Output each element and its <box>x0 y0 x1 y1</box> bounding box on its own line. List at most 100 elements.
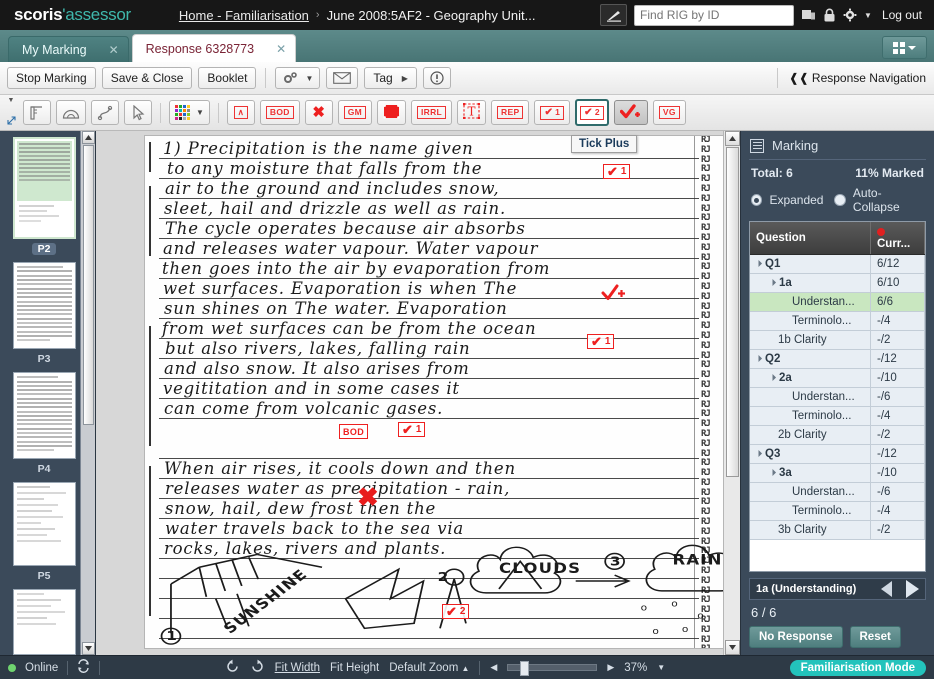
table-row[interactable]: 2b Clarity -/2 <box>750 425 925 445</box>
page-thumbnail[interactable] <box>12 372 76 460</box>
stop-marking-button[interactable]: Stop Marking <box>7 67 96 89</box>
rep-stamp-button[interactable]: REP <box>491 100 530 125</box>
tag-button[interactable]: Tag ▶ <box>364 67 417 89</box>
logout-link[interactable]: Log out <box>879 8 922 22</box>
cross-annotation[interactable]: ✖ <box>357 484 379 510</box>
table-row[interactable]: Understan... -/6 <box>750 387 925 407</box>
expander-icon[interactable] <box>768 278 777 287</box>
table-row[interactable]: 3b Clarity -/2 <box>750 520 925 540</box>
rotate-left-icon[interactable] <box>225 659 240 677</box>
tab-response[interactable]: Response 6328773 ✕ <box>131 34 297 62</box>
zoom-slider[interactable] <box>507 661 598 676</box>
gm-stamp-button[interactable]: GM <box>337 100 373 125</box>
next-item-button[interactable] <box>899 579 925 599</box>
protractor-icon[interactable] <box>56 100 86 125</box>
reset-button[interactable]: Reset <box>849 626 901 648</box>
chevron-down-icon[interactable]: ▼ <box>657 663 665 672</box>
page-thumbnail[interactable] <box>12 588 76 655</box>
info-button[interactable] <box>422 67 451 89</box>
booklet-button[interactable]: Booklet <box>198 67 257 89</box>
cross-stamp-button[interactable]: ✖ <box>304 100 333 125</box>
triangle-up-icon[interactable] <box>81 131 95 144</box>
search-box[interactable]: ▼ <box>634 4 795 26</box>
expander-icon[interactable] <box>768 373 777 382</box>
table-row[interactable]: Q3 -/12 <box>750 444 925 464</box>
column-question[interactable]: Question <box>750 222 871 255</box>
expander-icon[interactable] <box>754 354 763 363</box>
ruler-icon[interactable] <box>23 100 51 125</box>
radio-auto-collapse[interactable] <box>834 194 846 206</box>
close-icon[interactable]: ✕ <box>276 42 286 56</box>
viewer-scrollbar[interactable] <box>723 131 740 655</box>
radio-expanded[interactable] <box>751 194 763 206</box>
lock-icon[interactable] <box>823 8 836 23</box>
toolbar-collapse-controls[interactable]: ▼ <box>4 95 18 131</box>
tick2-stamp-button[interactable]: ✔ 2 <box>575 99 609 126</box>
table-row[interactable]: Terminolo... -/4 <box>750 406 925 426</box>
gear-icon[interactable] <box>843 8 857 22</box>
table-row[interactable]: 1b Clarity -/2 <box>750 330 925 350</box>
settings-button[interactable]: ▼ <box>275 67 321 89</box>
caret-stamp-button[interactable]: ∧ <box>226 100 255 125</box>
pen-icon[interactable] <box>600 4 628 26</box>
fit-width-button[interactable]: Fit Width <box>275 662 320 674</box>
color-palette-button[interactable]: ▼ <box>169 100 210 125</box>
table-row[interactable]: Q2 -/12 <box>750 349 925 369</box>
column-current[interactable]: Curr... <box>870 222 925 255</box>
chevron-right-icon[interactable]: ▶ <box>393 74 408 83</box>
chevron-down-icon[interactable]: ▼ <box>299 74 313 83</box>
grid-view-button[interactable] <box>882 36 927 59</box>
table-row[interactable]: Terminolo... -/4 <box>750 501 925 521</box>
tick1-stamp-button[interactable]: ✔ 1 <box>534 100 571 125</box>
zoom-out-icon[interactable]: ◀ <box>490 662 497 673</box>
chevron-down-icon[interactable] <box>908 45 916 50</box>
tick-annotation[interactable]: ✔ 1 <box>587 334 615 349</box>
zoom-in-icon[interactable]: ▶ <box>607 662 614 673</box>
sync-icon[interactable] <box>77 659 90 676</box>
thumbnail-scrollbar[interactable] <box>80 131 95 655</box>
highlight-stamp-button[interactable] <box>377 100 407 125</box>
table-row[interactable]: Understan... 6/6 <box>750 292 925 312</box>
device-icon[interactable] <box>801 8 816 23</box>
search-input[interactable] <box>635 5 794 25</box>
irrl-stamp-button[interactable]: IRRL <box>411 100 453 125</box>
cursor-icon[interactable] <box>124 100 152 125</box>
popout-icon[interactable] <box>6 114 16 128</box>
chevron-down-icon[interactable]: ▼ <box>8 97 15 104</box>
tick-plus-stamp-button[interactable] <box>613 100 648 125</box>
no-response-button[interactable]: No Response <box>749 626 843 648</box>
page-thumbnail[interactable] <box>12 482 76 566</box>
table-row[interactable]: 3a -/10 <box>750 463 925 483</box>
triangle-down-icon[interactable] <box>81 642 95 655</box>
scrollbar-thumb[interactable] <box>725 147 739 477</box>
tick-annotation[interactable]: ✔ 2 <box>442 604 470 619</box>
tick-plus-annotation[interactable] <box>601 284 627 304</box>
fit-height-button[interactable]: Fit Height <box>330 662 379 674</box>
scanned-script-page[interactable]: 1) Precipitation is the name given to an… <box>144 135 736 649</box>
triangle-down-icon[interactable] <box>724 640 740 655</box>
zoom-slider-knob[interactable] <box>520 661 530 676</box>
table-row[interactable]: Q1 6/12 <box>750 254 925 274</box>
scrollbar-thumb[interactable] <box>82 145 94 425</box>
bod-stamp-button[interactable]: BOD <box>259 100 300 125</box>
breadcrumb-home-link[interactable]: Home - Familiarisation <box>179 8 309 23</box>
gear-chevron-down-icon[interactable]: ▼ <box>864 11 872 20</box>
prev-item-button[interactable] <box>873 579 899 599</box>
default-zoom-button[interactable]: Default Zoom ▲ <box>389 662 469 674</box>
question-table-wrapper[interactable]: Question Curr... Q1 6/12 1a 6/10 Understan..… <box>749 221 926 572</box>
table-row[interactable]: 2a -/10 <box>750 368 925 388</box>
vg-stamp-button[interactable]: VG <box>652 100 686 125</box>
table-row[interactable]: Understan... -/6 <box>750 482 925 502</box>
tab-my-marking[interactable]: My Marking ✕ <box>8 36 129 62</box>
text-stamp-button[interactable]: T <box>457 100 487 125</box>
tick-annotation[interactable]: ✔ 1 <box>398 422 426 437</box>
table-row[interactable]: Terminolo... -/4 <box>750 311 925 331</box>
chevron-down-icon[interactable]: ▼ <box>190 108 204 117</box>
tick-annotation[interactable]: ✔ 1 <box>603 164 631 179</box>
table-row[interactable]: 1a 6/10 <box>750 273 925 293</box>
close-icon[interactable]: ✕ <box>109 43 119 57</box>
triangle-up-icon[interactable] <box>724 131 740 146</box>
rotate-right-icon[interactable] <box>250 659 265 677</box>
expander-icon[interactable] <box>754 259 763 268</box>
polyline-icon[interactable] <box>91 100 119 125</box>
